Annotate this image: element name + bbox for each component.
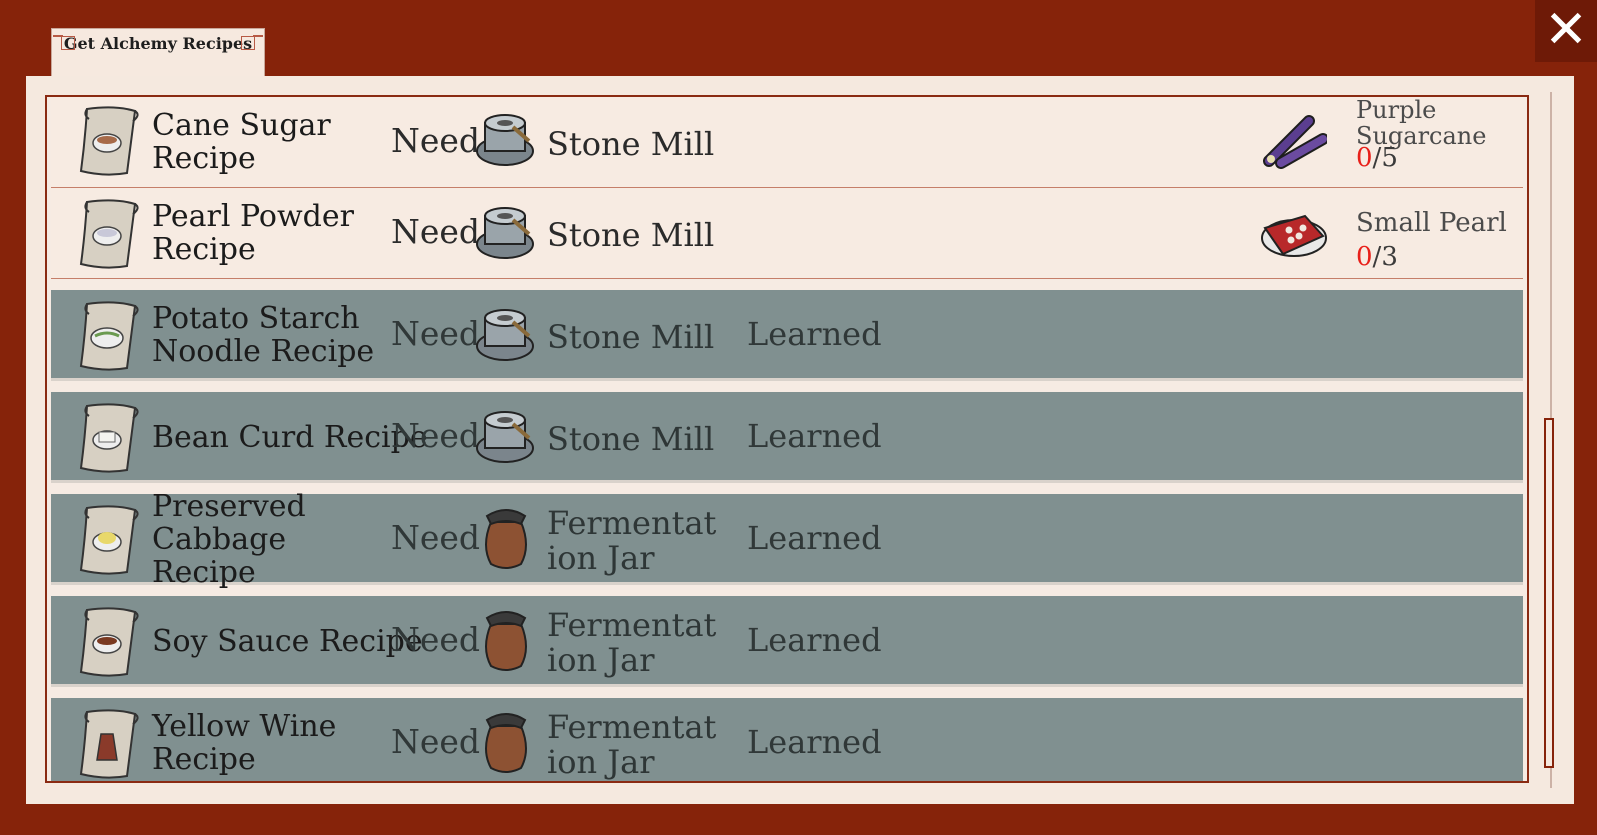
material-count: 0/5 — [1356, 143, 1398, 173]
corner-ornament-icon — [53, 35, 75, 50]
recipe-name: Soy Sauce Recipe — [152, 623, 423, 659]
recipe-row[interactable]: Soy Sauce Recipe Need Fermentation Jar L… — [51, 596, 1523, 687]
recipe-scroll-icon — [79, 301, 139, 371]
fermentation-jar-icon — [485, 509, 527, 569]
tool-name: Stone Mill — [547, 215, 715, 254]
recipe-name: Cane Sugar Recipe — [152, 108, 331, 176]
learned-status: Learned — [747, 723, 882, 761]
recipe-scroll-icon — [79, 709, 139, 779]
recipe-scroll-icon — [79, 403, 139, 473]
learned-status: Learned — [747, 621, 882, 659]
need-label: Need — [391, 620, 481, 659]
recipe-scroll-icon — [79, 199, 139, 269]
recipe-name: Potato Starch Noodle Recipe — [152, 301, 375, 369]
recipe-scroll-icon — [79, 106, 139, 176]
stone-mill-icon — [476, 309, 534, 361]
recipe-row[interactable]: Preserved Cabbage Recipe Need Fermentati… — [51, 488, 1523, 590]
stone-mill-icon — [476, 207, 534, 259]
need-label: Need — [391, 121, 481, 160]
recipe-row[interactable]: Pearl Powder Recipe Need Stone Mill Smal… — [51, 188, 1523, 279]
fermentation-jar-icon — [485, 713, 527, 773]
recipe-scroll-icon — [79, 607, 139, 677]
need-label: Need — [391, 518, 481, 557]
tool-name: Stone Mill — [547, 317, 715, 356]
fermentation-jar-icon — [485, 611, 527, 671]
small-pearl-icon — [1261, 214, 1327, 257]
learned-status: Learned — [747, 417, 882, 455]
close-button[interactable]: ✕ — [1535, 0, 1597, 62]
recipe-row[interactable]: Yellow Wine Recipe Need Fermentation Jar… — [51, 698, 1523, 781]
material-name: Small Pearl — [1356, 208, 1507, 238]
tool-name: Fermentation Jar — [547, 504, 717, 577]
need-label: Need — [391, 416, 481, 455]
close-icon: ✕ — [1544, 0, 1588, 60]
tool-name: Stone Mill — [547, 419, 715, 458]
recipe-name: Bean Curd Recipe — [152, 419, 428, 455]
need-label: Need — [391, 314, 481, 353]
material-name: Purple Sugarcane — [1356, 96, 1487, 150]
material-count: 0/3 — [1356, 242, 1398, 272]
recipe-row[interactable]: Bean Curd Recipe Need Stone Mill Learned — [51, 392, 1523, 483]
recipe-name: Yellow Wine Recipe — [152, 709, 337, 777]
tool-name: Fermentation Jar — [547, 708, 717, 781]
learned-status: Learned — [747, 519, 882, 557]
scrollbar-thumb[interactable] — [1544, 418, 1554, 768]
tab-get-alchemy-recipes[interactable]: Get Alchemy Recipes — [51, 28, 265, 77]
recipe-scroll-icon — [79, 505, 139, 575]
tab-label: Get Alchemy Recipes — [63, 34, 253, 53]
recipe-list[interactable]: Cane Sugar Recipe Need Stone Mill Purple… — [45, 95, 1529, 783]
purple-sugarcane-icon — [1263, 115, 1327, 169]
need-label: Need — [391, 722, 481, 761]
stone-mill-icon — [476, 411, 534, 463]
corner-ornament-icon — [241, 35, 263, 50]
learned-status: Learned — [747, 315, 882, 353]
recipe-row[interactable]: Cane Sugar Recipe Need Stone Mill Purple… — [51, 97, 1523, 188]
tool-name: Fermentation Jar — [547, 606, 717, 679]
recipe-name: Pearl Powder Recipe — [152, 199, 354, 267]
recipe-row[interactable]: Potato Starch Noodle Recipe Need Stone M… — [51, 290, 1523, 381]
tool-name: Stone Mill — [547, 124, 715, 163]
need-label: Need — [391, 212, 481, 251]
stone-mill-icon — [476, 114, 534, 166]
recipe-name: Preserved Cabbage Recipe — [152, 488, 306, 590]
